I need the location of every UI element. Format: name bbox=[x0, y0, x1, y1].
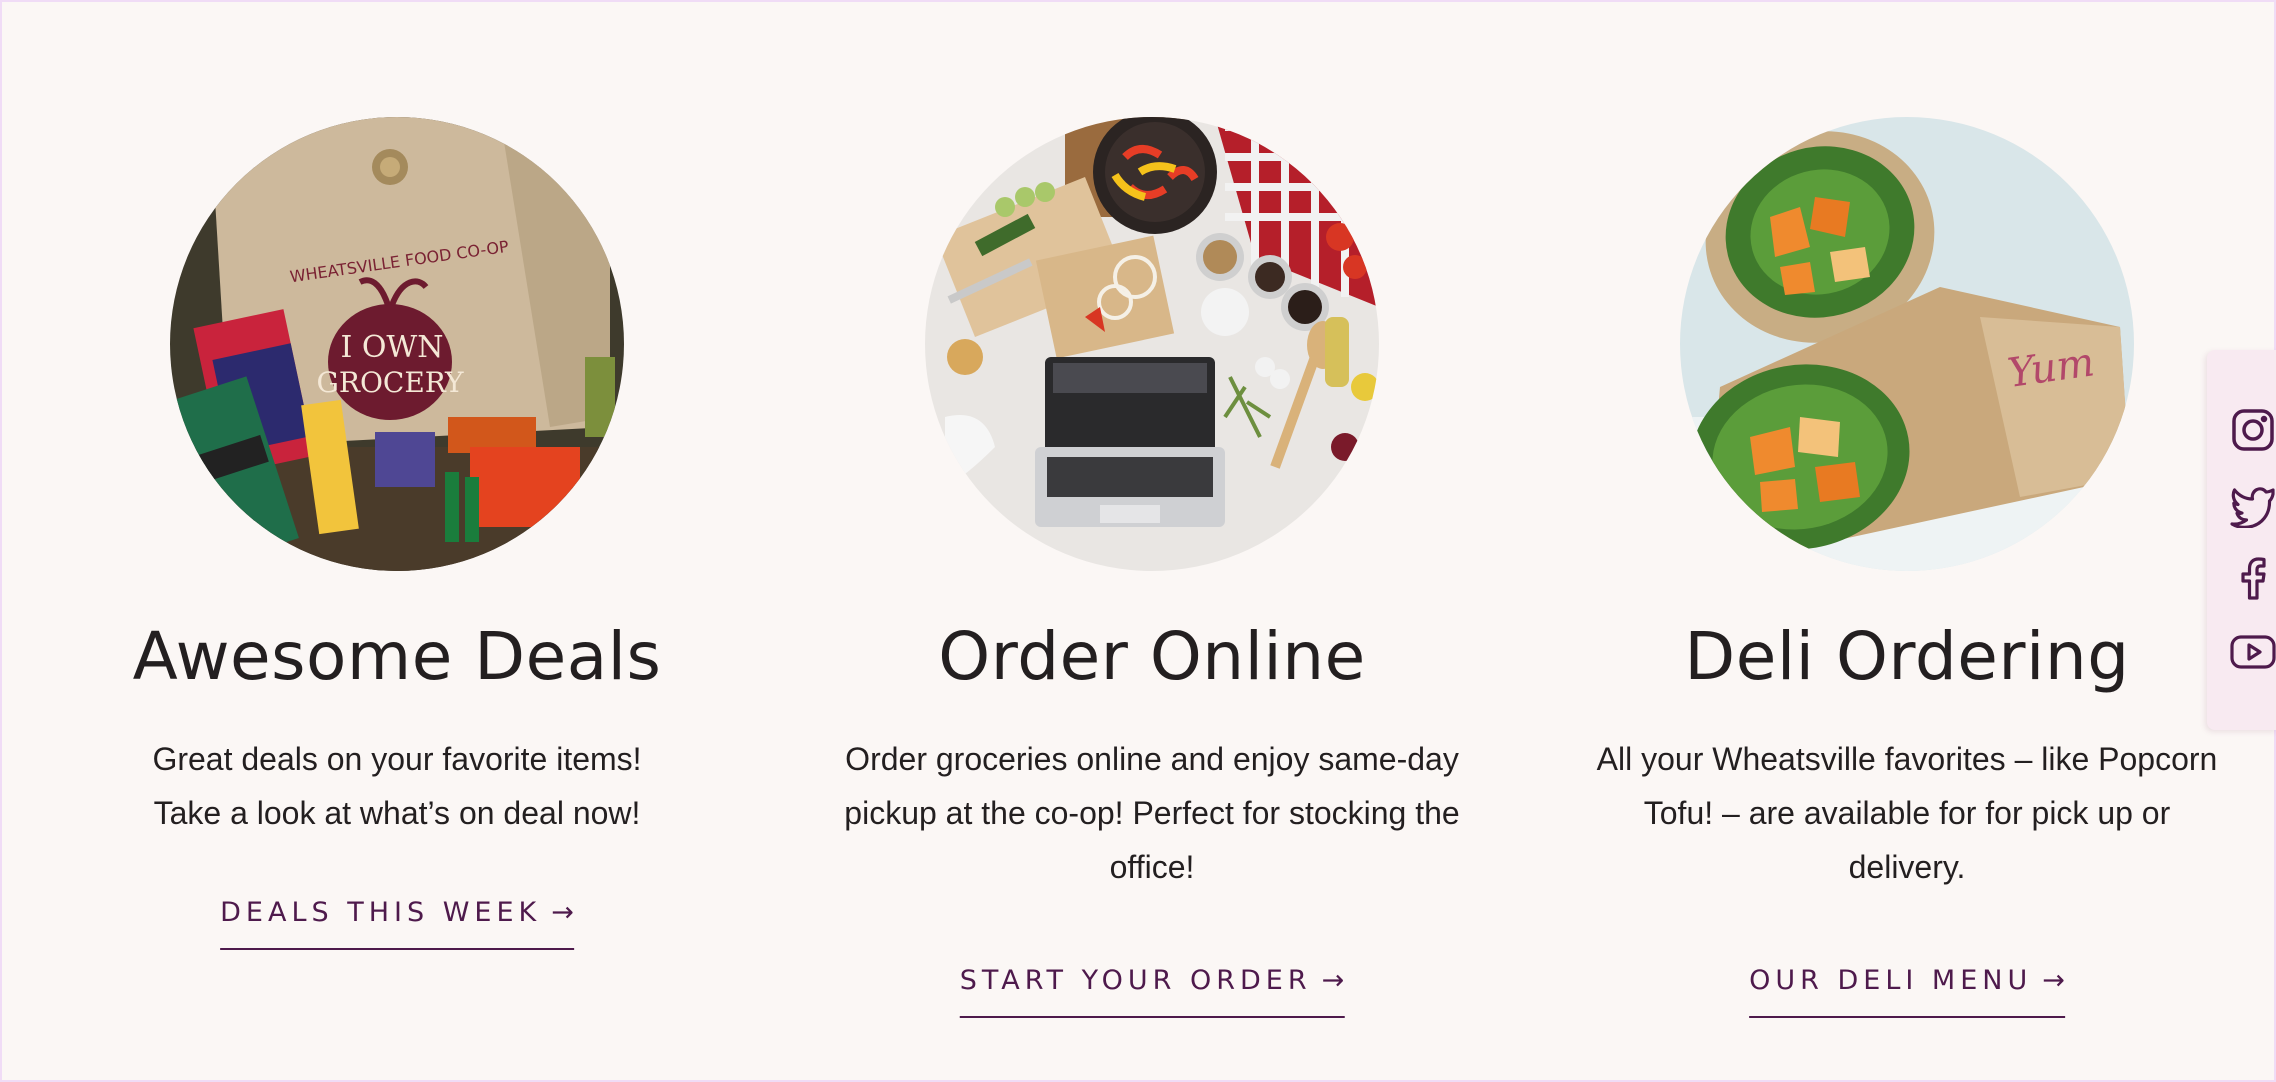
instagram-icon[interactable] bbox=[2229, 406, 2276, 454]
card-description-line: Great deals on your favorite items! bbox=[152, 741, 642, 777]
card-order-online: Order Online Order groceries online and … bbox=[772, 2, 1532, 1082]
card-description: All your Wheatsville favorites – like Po… bbox=[1527, 732, 2276, 894]
laptop-kitchen-photo bbox=[925, 117, 1379, 571]
our-deli-menu-link[interactable]: OUR DELI MENU → bbox=[1749, 965, 2065, 1018]
card-awesome-deals: WHEATSVILLE FOOD CO-OP I OWN GROCERY Awe… bbox=[17, 2, 777, 1082]
svg-text:I OWN: I OWN bbox=[340, 330, 443, 365]
card-description-line: Take a look at what’s on deal now! bbox=[153, 795, 641, 831]
card-title: Awesome Deals bbox=[132, 618, 662, 695]
feature-cards: WHEATSVILLE FOOD CO-OP I OWN GROCERY Awe… bbox=[2, 2, 2276, 1082]
facebook-icon[interactable] bbox=[2229, 554, 2276, 602]
card-description: Great deals on your favorite items! Take… bbox=[17, 732, 777, 840]
arrow-right-icon: → bbox=[551, 897, 574, 928]
grocery-tote-photo: WHEATSVILLE FOOD CO-OP I OWN GROCERY bbox=[170, 117, 624, 571]
cta-label: OUR DELI MENU bbox=[1749, 965, 2033, 996]
card-title: Order Online bbox=[938, 618, 1366, 695]
start-your-order-link[interactable]: START YOUR ORDER → bbox=[959, 965, 1345, 1018]
arrow-right-icon: → bbox=[2042, 965, 2065, 996]
cta-label: DEALS THIS WEEK bbox=[220, 897, 542, 928]
card-title: Deli Ordering bbox=[1684, 618, 2130, 695]
deals-this-week-link[interactable]: DEALS THIS WEEK → bbox=[220, 897, 574, 950]
card-description-line: Tofu! – are available for for pick up or bbox=[1643, 795, 2171, 831]
youtube-icon[interactable] bbox=[2229, 628, 2276, 676]
deli-wrap-photo: Yum bbox=[1680, 117, 2134, 571]
card-description: Order groceries online and enjoy same-da… bbox=[772, 732, 1532, 894]
card-description-line: office! bbox=[1109, 849, 1195, 885]
card-deli-ordering: Yum Deli Ordering All your Wheatsville f… bbox=[1527, 2, 2276, 1082]
twitter-icon[interactable] bbox=[2229, 480, 2276, 528]
social-sidebar bbox=[2207, 350, 2276, 730]
card-description-line: delivery. bbox=[1848, 849, 1966, 885]
card-description-line: Order groceries online and enjoy same-da… bbox=[845, 741, 1459, 777]
cta-label: START YOUR ORDER bbox=[959, 965, 1312, 996]
arrow-right-icon: → bbox=[1321, 965, 1345, 996]
svg-text:GROCERY: GROCERY bbox=[317, 366, 464, 399]
card-description-line: All your Wheatsville favorites – like Po… bbox=[1596, 741, 2218, 777]
card-description-line: pickup at the co-op! Perfect for stockin… bbox=[844, 795, 1460, 831]
